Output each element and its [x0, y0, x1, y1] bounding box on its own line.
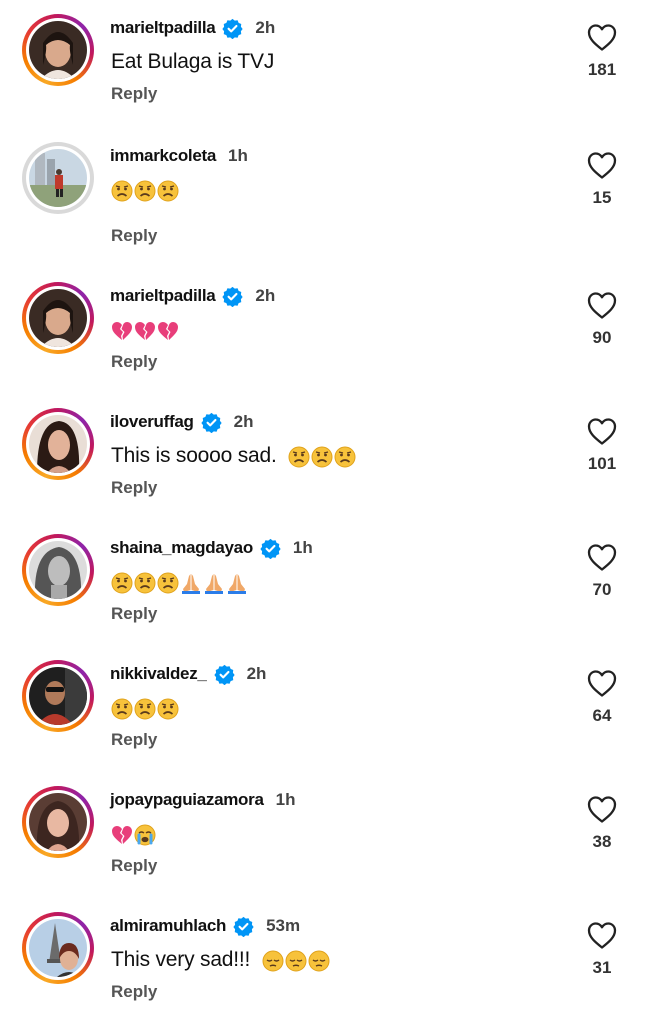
sad-face-icon: [334, 446, 356, 468]
comment-item: shaina_magdayao 1h Reply 70: [0, 520, 653, 646]
like-heart-icon[interactable]: [586, 668, 618, 698]
comment-text: This very sad!!!: [111, 948, 331, 972]
comment-timestamp: 1h: [292, 538, 313, 557]
reply-button[interactable]: Reply: [111, 84, 157, 104]
verified-badge-icon: [233, 916, 254, 937]
comment-username[interactable]: jopaypaguiazamora: [110, 790, 264, 810]
avatar[interactable]: [22, 912, 94, 984]
reply-button[interactable]: Reply: [111, 730, 157, 750]
avatar[interactable]: [22, 786, 94, 858]
comment-item: iloveruffag 2h This is soooo sad. Reply …: [0, 394, 653, 520]
comment-username[interactable]: shaina_magdayao: [110, 538, 253, 558]
sad-face-icon: [111, 180, 133, 202]
comment-timestamp: 2h: [255, 286, 276, 305]
comment-item: marieltpadilla 2h Reply 90: [0, 268, 653, 394]
like-heart-icon[interactable]: [586, 794, 618, 824]
comment-username[interactable]: iloveruffag: [110, 412, 194, 432]
sad-face-icon: [157, 572, 179, 594]
reply-button[interactable]: Reply: [111, 982, 157, 1002]
avatar[interactable]: [22, 534, 94, 606]
like-count: 38: [592, 832, 612, 851]
like-count: 101: [587, 454, 617, 473]
reply-button[interactable]: Reply: [111, 226, 157, 246]
broken-heart-icon: [112, 825, 132, 844]
broken-heart-icon: [158, 321, 178, 340]
verified-badge-icon: [222, 286, 244, 307]
comment-timestamp: 2h: [255, 18, 276, 37]
like-count: 181: [587, 60, 617, 79]
comment-item: almiramuhlach 53m This very sad!!! Reply…: [0, 898, 653, 1024]
comment-text: [111, 570, 249, 594]
verified-badge-icon: [213, 664, 235, 685]
verified-badge-icon: [200, 412, 222, 433]
comment-username[interactable]: immarkcoleta: [110, 146, 216, 166]
pensive-face-icon: [308, 950, 330, 972]
reply-button[interactable]: Reply: [111, 856, 157, 876]
comment-item: immarkcoleta 1h Reply 15: [0, 128, 653, 254]
comment-username[interactable]: marieltpadilla: [110, 286, 216, 306]
avatar[interactable]: [22, 282, 94, 354]
like-count: 70: [592, 580, 612, 599]
avatar[interactable]: [22, 14, 94, 86]
reply-button[interactable]: Reply: [111, 478, 157, 498]
comment-text: This is soooo sad.: [111, 444, 357, 468]
sad-face-icon: [288, 446, 310, 468]
like-heart-icon[interactable]: [586, 150, 618, 180]
verified-badge-icon: [260, 538, 281, 559]
comment-text: [111, 178, 180, 202]
comment-item: nikkivaldez_ 2h Reply 64: [0, 646, 653, 772]
sad-face-icon: [111, 572, 133, 594]
pensive-face-icon: [285, 950, 307, 972]
like-heart-icon[interactable]: [586, 290, 618, 320]
verified-badge-icon: [222, 18, 244, 39]
sad-face-icon: [134, 180, 156, 202]
comment-text: Eat Bulaga is TVJ: [111, 50, 275, 73]
like-heart-icon[interactable]: [586, 920, 618, 950]
avatar[interactable]: [22, 408, 94, 480]
avatar[interactable]: [22, 142, 94, 214]
sad-face-icon: [134, 698, 156, 720]
sad-face-icon: [111, 698, 133, 720]
praying-hands-icon: [205, 573, 223, 594]
like-heart-icon[interactable]: [586, 22, 618, 52]
sad-face-icon: [311, 446, 333, 468]
praying-hands-icon: [228, 573, 246, 594]
like-count: 15: [592, 188, 612, 207]
sad-face-icon: [157, 698, 179, 720]
like-heart-icon[interactable]: [586, 542, 618, 572]
reply-button[interactable]: Reply: [111, 352, 157, 372]
comment-username[interactable]: almiramuhlach: [110, 916, 226, 936]
praying-hands-icon: [182, 573, 200, 594]
like-count: 64: [592, 706, 612, 725]
comment-item: marieltpadilla 2h Eat Bulaga is TVJ Repl…: [0, 0, 653, 126]
comment-text: [111, 696, 180, 720]
comment-text: [111, 822, 157, 846]
comment-timestamp: 53m: [266, 916, 301, 935]
comment-timestamp: 2h: [233, 412, 254, 431]
comment-username[interactable]: marieltpadilla: [110, 18, 216, 38]
reply-button[interactable]: Reply: [111, 604, 157, 624]
broken-heart-icon: [135, 321, 155, 340]
like-count: 90: [592, 328, 612, 347]
pensive-face-icon: [262, 950, 284, 972]
comment-timestamp: 1h: [275, 790, 296, 809]
like-count: 31: [592, 958, 612, 977]
crying-face-icon: [134, 824, 156, 846]
avatar[interactable]: [22, 660, 94, 732]
like-heart-icon[interactable]: [586, 416, 618, 446]
comment-text: [111, 318, 180, 342]
comment-timestamp: 2h: [246, 664, 267, 683]
sad-face-icon: [134, 572, 156, 594]
broken-heart-icon: [112, 321, 132, 340]
comment-username[interactable]: nikkivaldez_: [110, 664, 207, 684]
comment-item: jopaypaguiazamora 1h Reply 38: [0, 772, 653, 898]
comment-timestamp: 1h: [228, 146, 248, 165]
sad-face-icon: [157, 180, 179, 202]
